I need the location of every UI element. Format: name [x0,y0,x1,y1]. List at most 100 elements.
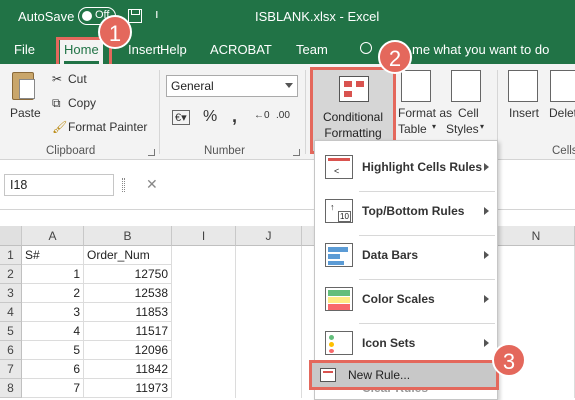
row-header[interactable]: 3 [0,284,22,303]
save-icon[interactable] [128,9,142,23]
copy-icon[interactable]: ⧉ [52,96,61,111]
cut-button[interactable]: Cut [68,72,87,86]
chevron-right-icon [484,295,489,303]
menu-item-highlight-cells-rules[interactable]: < Highlight Cells Rules [315,147,497,189]
comma-style-icon[interactable]: , [232,106,237,127]
tab-acrobat[interactable]: ACROBAT [210,42,272,57]
insert-button[interactable]: Insert [509,106,539,120]
delete-button[interactable]: Delet [549,106,575,120]
name-box[interactable]: I18 [4,174,114,196]
cell-a8[interactable]: 7 [22,379,84,398]
undo-icon[interactable]: ı [155,6,159,21]
cell-a6[interactable]: 5 [22,341,84,360]
menu-item-icon-sets[interactable]: Icon Sets [315,323,497,365]
column-header-n[interactable]: N [498,226,575,246]
cell-a1[interactable]: S# [22,246,84,265]
conditional-formatting-icon [339,76,369,102]
cell-a2[interactable]: 1 [22,265,84,284]
decrease-decimal-icon[interactable]: .00 [276,110,290,121]
tab-team[interactable]: Team [296,42,328,57]
cell-a5[interactable]: 4 [22,322,84,341]
cut-icon[interactable]: ✂ [52,72,62,86]
number-group-label: Number [204,145,245,157]
autosave-label: AutoSave [18,9,75,24]
copy-button[interactable]: Copy [68,96,96,110]
column-header-a[interactable]: A [22,226,84,246]
chevron-down-icon: ▾ [480,122,485,131]
row-header[interactable]: 7 [0,360,22,379]
cell-styles-label-2[interactable]: Styles [446,122,479,136]
cell-b3[interactable]: 12538 [84,284,172,303]
group-divider [159,70,160,154]
row-header[interactable]: 2 [0,265,22,284]
chevron-down-icon [285,83,293,88]
menu-item-label: Data Bars [362,248,419,262]
clipboard-launcher-icon[interactable] [148,149,155,156]
menu-item-top-bottom-rules[interactable]: ↑ 10 Top/Bottom Rules [315,191,497,233]
group-divider [305,70,306,154]
delete-cells-icon[interactable] [550,70,575,102]
row-header[interactable]: 8 [0,379,22,398]
number-format-select[interactable]: General [166,75,298,97]
callout-badge-3: 3 [492,343,526,377]
percent-icon[interactable]: % [203,108,217,126]
accounting-format-icon[interactable]: €▾ [172,110,190,125]
tab-insert[interactable]: Insert [128,42,161,57]
chevron-right-icon [484,207,489,215]
empty-cells-j[interactable] [236,246,302,398]
formula-bar-grip [122,178,125,192]
tell-me-text: me what you want to do [412,42,550,57]
cell-a4[interactable]: 3 [22,303,84,322]
menu-item-data-bars[interactable]: Data Bars [315,235,497,277]
row-header[interactable]: 1 [0,246,22,265]
increase-decimal-icon[interactable]: ←0 [254,110,270,121]
number-launcher-icon[interactable] [293,149,300,156]
cell-b2[interactable]: 12750 [84,265,172,284]
menu-item-label: Top/Bottom Rules [362,204,465,218]
cell-b1[interactable]: Order_Num [84,246,172,265]
clipboard-group-label: Clipboard [46,145,96,157]
chevron-right-icon [484,339,489,347]
tab-help[interactable]: Help [160,42,187,57]
cell-styles-label-1[interactable]: Cell [458,106,479,120]
window-title: ISBLANK.xlsx - Excel [255,9,380,24]
column-header-i[interactable]: I [172,226,236,246]
cell-a3[interactable]: 2 [22,284,84,303]
menu-item-new-rule[interactable]: New Rule... [309,360,499,390]
cell-b6[interactable]: 12096 [84,341,172,360]
select-all-corner[interactable] [0,226,22,246]
callout-badge-2: 2 [378,40,412,74]
cell-b5[interactable]: 11517 [84,322,172,341]
format-painter-button[interactable]: Format Painter [68,120,147,134]
column-header-b[interactable]: B [84,226,172,246]
top-bottom-icon: ↑ 10 [325,199,353,223]
paste-button[interactable]: Paste [10,106,41,120]
empty-cells-i[interactable] [172,246,236,398]
cell-b4[interactable]: 11853 [84,303,172,322]
cell-b7[interactable]: 11842 [84,360,172,379]
insert-cells-icon[interactable] [508,70,538,102]
column-header-j[interactable]: J [236,226,302,246]
row-header[interactable]: 6 [0,341,22,360]
cell-b8[interactable]: 11973 [84,379,172,398]
cell-a7[interactable]: 6 [22,360,84,379]
chevron-down-icon: ▾ [432,122,437,131]
menu-item-label: Color Scales [362,292,435,306]
paste-icon[interactable] [12,72,35,100]
new-rule-icon [320,368,336,382]
menu-item-label: Highlight Cells Rules [362,160,483,174]
tab-file[interactable]: File [14,42,35,57]
format-painter-icon[interactable]: 🖌 [52,120,67,134]
row-header[interactable]: 5 [0,322,22,341]
format-as-table-label-2[interactable]: Table [398,122,427,136]
cancel-icon[interactable]: ✕ [146,176,158,193]
format-as-table-label-1[interactable]: Format as [398,106,452,120]
number-format-value: General [171,79,214,93]
cell-styles-icon[interactable] [451,70,481,102]
format-as-table-icon[interactable] [401,70,431,102]
highlight-cells-icon: < [325,155,353,179]
callout-badge-1: 1 [98,15,132,49]
cf-label-1: Conditional [322,110,384,124]
menu-item-color-scales[interactable]: Color Scales [315,279,497,321]
row-header[interactable]: 4 [0,303,22,322]
